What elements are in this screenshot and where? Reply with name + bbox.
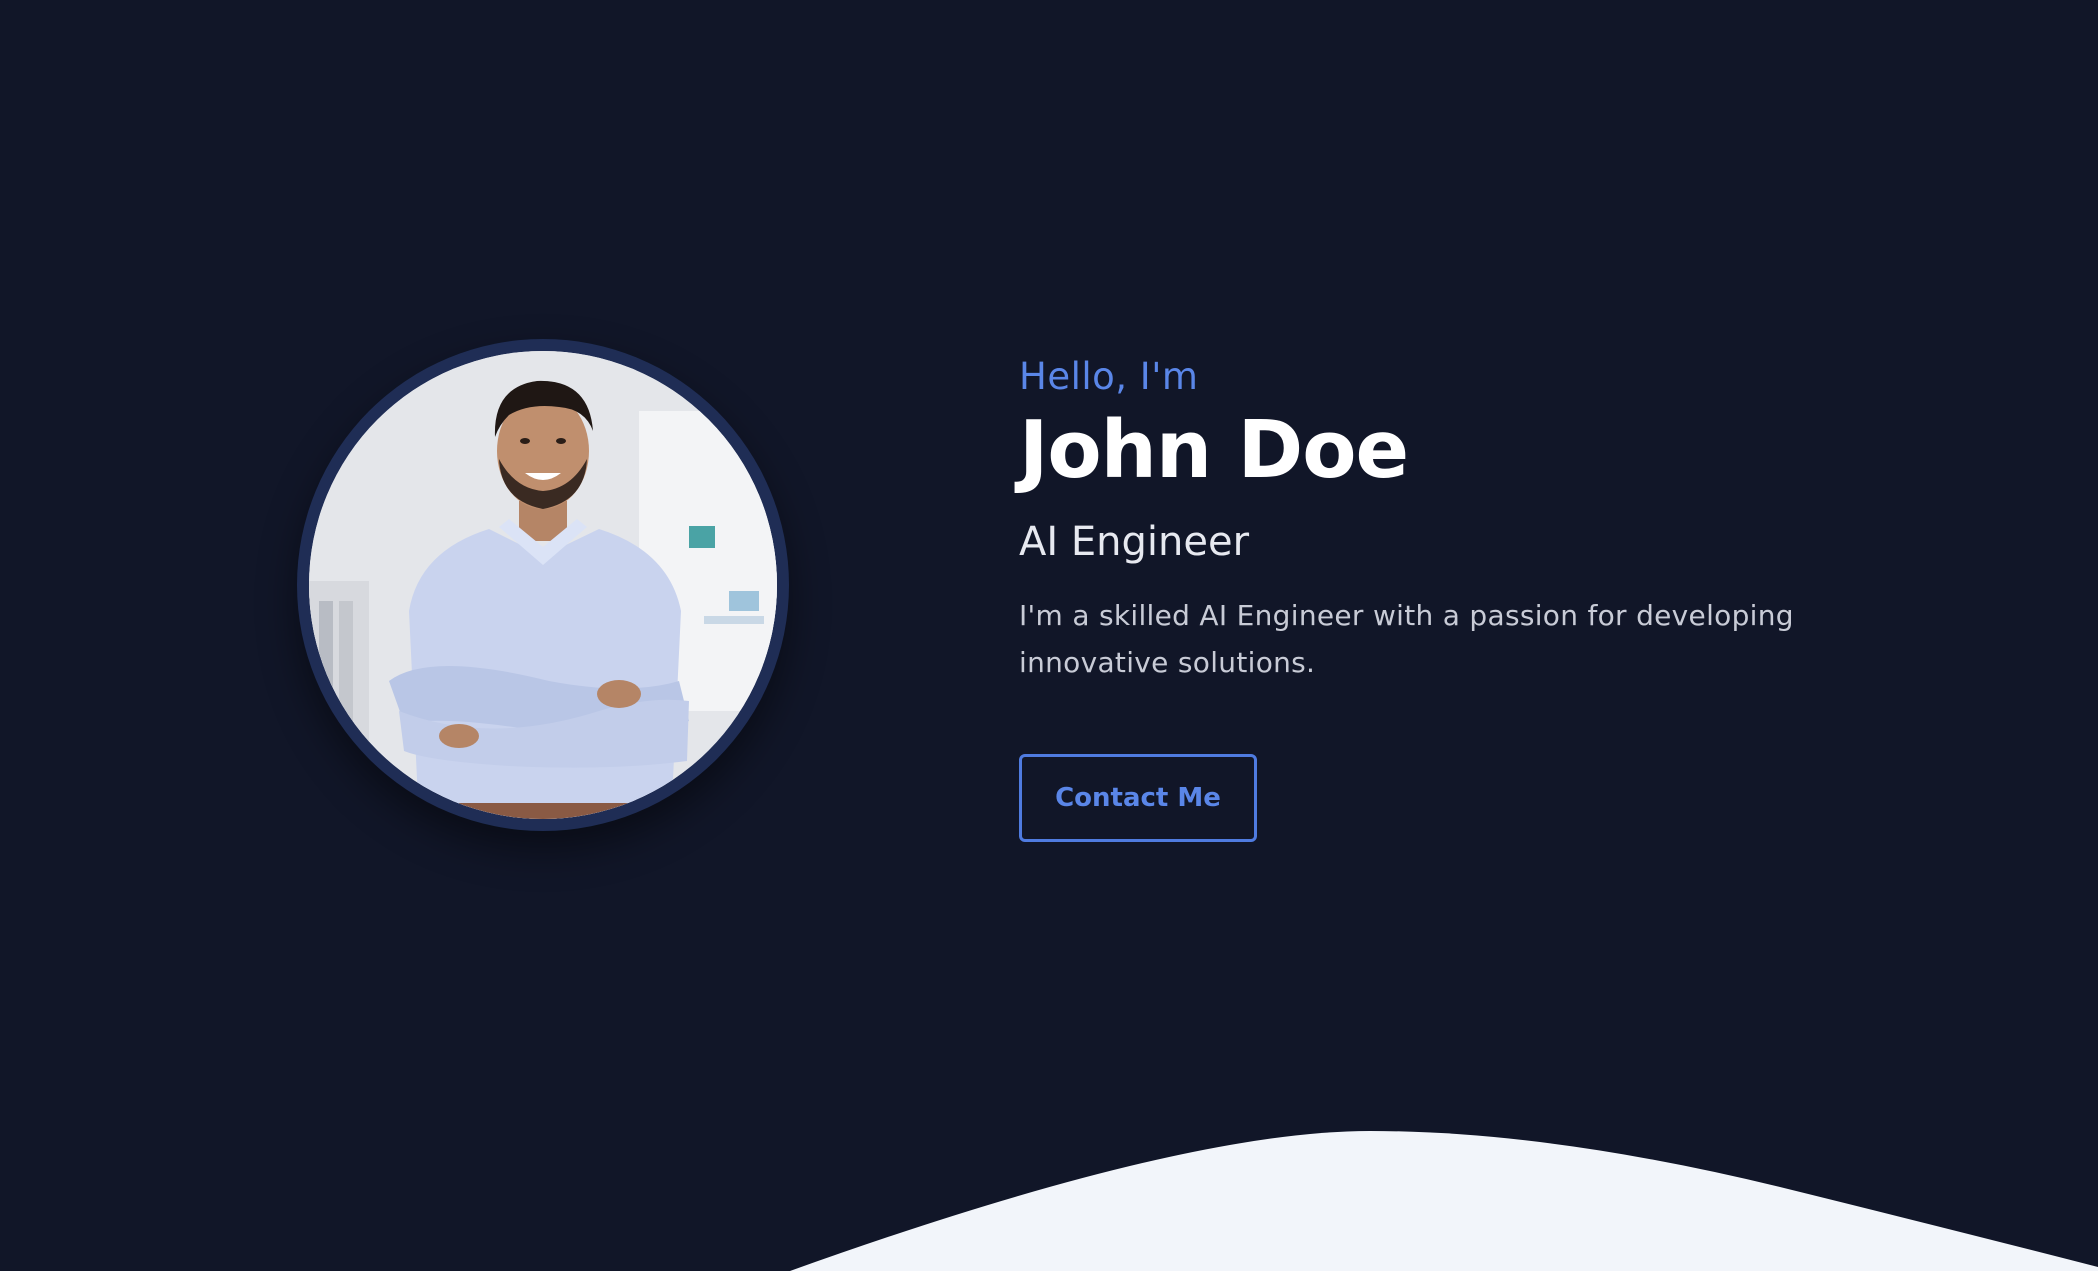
bottom-wave-divider [790,1131,2098,1271]
person-name: John Doe [1019,404,1409,497]
profile-photo [309,351,777,819]
contact-me-button[interactable]: Contact Me [1019,754,1257,842]
intro-text-block: Hello, I'm John Doe AI Engineer I'm a sk… [1019,355,1899,686]
profile-photo-illustration [309,351,777,819]
bio-text: I'm a skilled AI Engineer with a passion… [1019,599,1794,680]
hero-section: Hello, I'm John Doe AI Engineer I'm a sk… [0,0,2098,1271]
job-title: AI Engineer [1019,519,1250,566]
profile-photo-frame [297,339,789,831]
greeting-text: Hello, I'm [1019,355,1199,398]
